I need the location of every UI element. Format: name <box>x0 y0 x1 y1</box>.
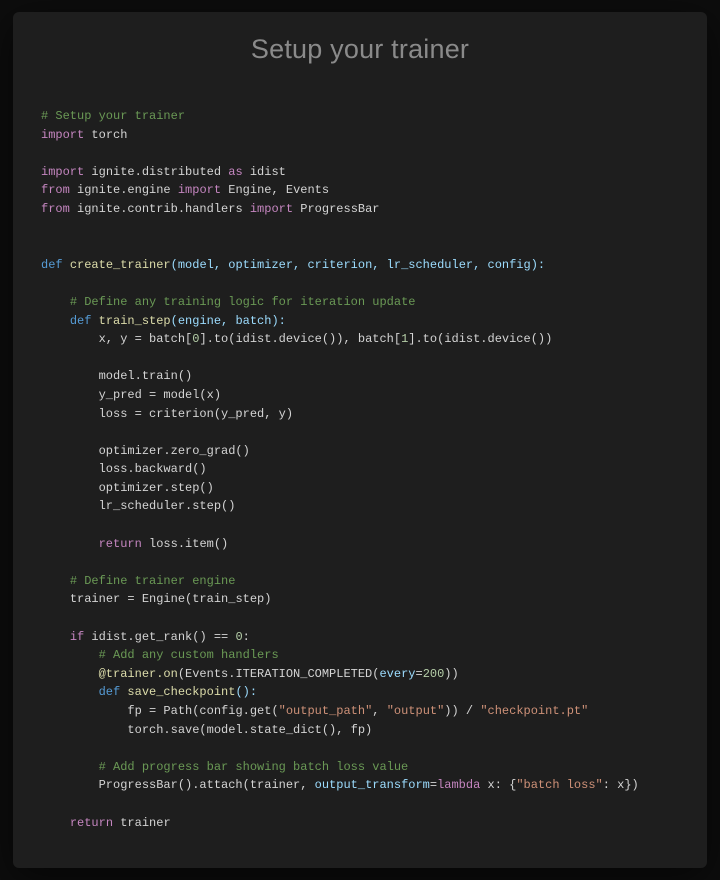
code-text: trainer <box>113 816 171 830</box>
code-text: = <box>415 667 422 681</box>
code-text: y_pred = model(x) <box>99 388 221 402</box>
code-text: )) / <box>444 704 480 718</box>
code-text: torch.save(model.state_dict(), fp) <box>127 723 372 737</box>
code-text: )) <box>444 667 458 681</box>
code-params: (engine, batch): <box>171 314 286 328</box>
code-text: : x}) <box>603 778 639 792</box>
code-keyword: return <box>99 537 142 551</box>
code-decorator: @trainer.on <box>99 667 178 681</box>
code-keyword: return <box>70 816 113 830</box>
code-module: ignite.contrib.handlers <box>77 202 243 216</box>
code-keyword: import <box>41 128 84 142</box>
code-kwarg: every <box>379 667 415 681</box>
code-block: # Setup your trainer import torch import… <box>41 107 679 832</box>
code-text: ProgressBar().attach(trainer, <box>99 778 315 792</box>
code-text: : <box>243 630 250 644</box>
code-names: Engine, Events <box>228 183 329 197</box>
code-params: (): <box>235 685 257 699</box>
code-keyword: if <box>70 630 84 644</box>
code-keyword: import <box>41 165 84 179</box>
code-def: def <box>99 685 121 699</box>
code-text: ].to(idist.device()) <box>408 332 552 346</box>
code-string: "output_path" <box>279 704 373 718</box>
code-comment: # Add any custom handlers <box>99 648 279 662</box>
code-text: loss = criterion(y_pred, y) <box>99 407 293 421</box>
code-keyword: import <box>250 202 293 216</box>
code-module: ignite.engine <box>77 183 171 197</box>
code-keyword: from <box>41 183 70 197</box>
code-text: x: { <box>480 778 516 792</box>
code-text: idist.get_rank() == <box>84 630 235 644</box>
code-text: optimizer.step() <box>99 481 214 495</box>
code-names: ProgressBar <box>300 202 379 216</box>
code-string: "checkpoint.pt" <box>480 704 588 718</box>
code-keyword: import <box>178 183 221 197</box>
code-text: x, y = batch[ <box>99 332 193 346</box>
code-alias: idist <box>250 165 286 179</box>
code-module: torch <box>91 128 127 142</box>
code-def: def <box>41 258 63 272</box>
code-number: 200 <box>423 667 445 681</box>
code-comment: # Define trainer engine <box>70 574 236 588</box>
code-comment: # Add progress bar showing batch loss va… <box>99 760 409 774</box>
code-text: loss.item() <box>142 537 228 551</box>
code-number: 0 <box>235 630 242 644</box>
code-string: "batch loss" <box>516 778 602 792</box>
code-comment: # Define any training logic for iteratio… <box>70 295 416 309</box>
code-string: "output" <box>387 704 445 718</box>
code-text: model.train() <box>99 369 193 383</box>
code-text: = <box>430 778 437 792</box>
code-func-name: train_step <box>99 314 171 328</box>
code-text: ].to(idist.device()), batch[ <box>199 332 401 346</box>
code-func-name: save_checkpoint <box>127 685 235 699</box>
page-title: Setup your trainer <box>41 34 679 65</box>
code-text: optimizer.zero_grad() <box>99 444 250 458</box>
code-func-name: create_trainer <box>70 258 171 272</box>
code-text: trainer = Engine(train_step) <box>70 592 272 606</box>
code-keyword: as <box>228 165 242 179</box>
code-text: loss.backward() <box>99 462 207 476</box>
code-def: def <box>70 314 92 328</box>
code-kwarg: output_transform <box>315 778 430 792</box>
code-text: , <box>372 704 386 718</box>
code-keyword: lambda <box>437 778 480 792</box>
code-module: ignite.distributed <box>91 165 221 179</box>
code-text: fp = Path(config.get( <box>127 704 278 718</box>
code-params: (model, optimizer, criterion, lr_schedul… <box>171 258 545 272</box>
code-comment: # Setup your trainer <box>41 109 185 123</box>
code-window: Setup your trainer # Setup your trainer … <box>13 12 707 868</box>
code-text: lr_scheduler.step() <box>99 499 236 513</box>
code-keyword: from <box>41 202 70 216</box>
code-text: (Events.ITERATION_COMPLETED( <box>178 667 380 681</box>
